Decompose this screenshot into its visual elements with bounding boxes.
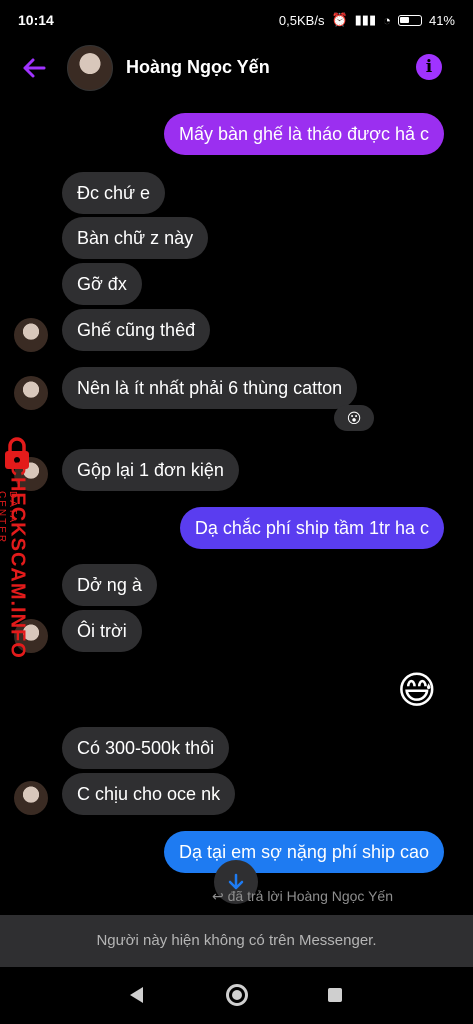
signal-icon: ▮▮▮ bbox=[354, 12, 377, 27]
message-incoming[interactable]: C chịu cho oce nk bbox=[62, 773, 236, 815]
network-speed: 0,5KB/s bbox=[278, 12, 325, 28]
contact-name[interactable]: Hoàng Ngọc Yến bbox=[126, 57, 270, 78]
message-incoming[interactable]: Bàn chữ z này bbox=[62, 217, 209, 259]
reply-note-text: đã trả lời Hoàng Ngọc Yến bbox=[227, 888, 393, 904]
watermark-text: CHECKSCAM.INFO bbox=[6, 461, 29, 659]
unavailable-notice: Người này hiện không có trên Messenger. bbox=[0, 915, 473, 967]
contact-avatar[interactable] bbox=[67, 45, 113, 91]
message-incoming[interactable]: Có 300-500k thôi bbox=[62, 727, 230, 769]
arrow-left-icon[interactable] bbox=[18, 52, 50, 84]
wifi-icon: ◔ bbox=[383, 12, 391, 28]
message-incoming[interactable]: Dở ng à bbox=[62, 564, 157, 606]
message-outgoing[interactable]: Dạ tại em sợ nặng phí ship cao bbox=[164, 831, 444, 873]
sender-avatar[interactable] bbox=[14, 781, 48, 815]
message-incoming[interactable]: Nên là ít nhất phải 6 thùng catton bbox=[62, 367, 358, 409]
chat-header: Hoàng Ngọc Yến i bbox=[0, 40, 473, 96]
reaction-badge[interactable]: 😮 bbox=[334, 405, 374, 431]
nav-recents-icon[interactable] bbox=[328, 988, 342, 1002]
reply-note: ↩ đã trả lời Hoàng Ngọc Yến bbox=[212, 888, 393, 905]
system-nav-bar bbox=[0, 967, 473, 1024]
message-outgoing[interactable]: Mấy bàn ghế là tháo được hả c bbox=[163, 113, 444, 155]
battery-icon bbox=[397, 14, 422, 26]
status-icons: 0,5KB/s ⏰ ▮▮▮ ◔ 41% bbox=[279, 12, 455, 28]
message-incoming[interactable]: Ghế cũng thêđ bbox=[62, 309, 211, 351]
message-incoming[interactable]: Gỡ đx bbox=[62, 263, 142, 305]
emoji-message[interactable]: 😅 bbox=[397, 668, 437, 713]
status-bar: 10:14 0,5KB/s ⏰ ▮▮▮ ◔ 41% bbox=[0, 0, 473, 40]
message-outgoing[interactable]: Dạ chắc phí ship tầm 1tr ha c bbox=[179, 507, 444, 549]
watermark: DATA CENTER CHECKSCAM.INFO bbox=[0, 437, 34, 667]
alarm-icon: ⏰ bbox=[331, 12, 348, 27]
nav-home-icon[interactable] bbox=[226, 984, 248, 1006]
message-incoming[interactable]: Đc chứ e bbox=[62, 172, 166, 214]
info-icon[interactable]: i bbox=[416, 54, 442, 80]
message-incoming[interactable]: Gộp lại 1 đơn kiện bbox=[62, 449, 239, 491]
message-incoming[interactable]: Ôi trời bbox=[62, 610, 142, 652]
nav-back-icon[interactable] bbox=[130, 987, 143, 1003]
battery-percent: 41% bbox=[428, 12, 455, 28]
sender-avatar[interactable] bbox=[14, 376, 48, 410]
status-time: 10:14 bbox=[18, 12, 54, 28]
reply-icon: ↩ bbox=[212, 888, 228, 904]
sender-avatar[interactable] bbox=[14, 318, 48, 352]
